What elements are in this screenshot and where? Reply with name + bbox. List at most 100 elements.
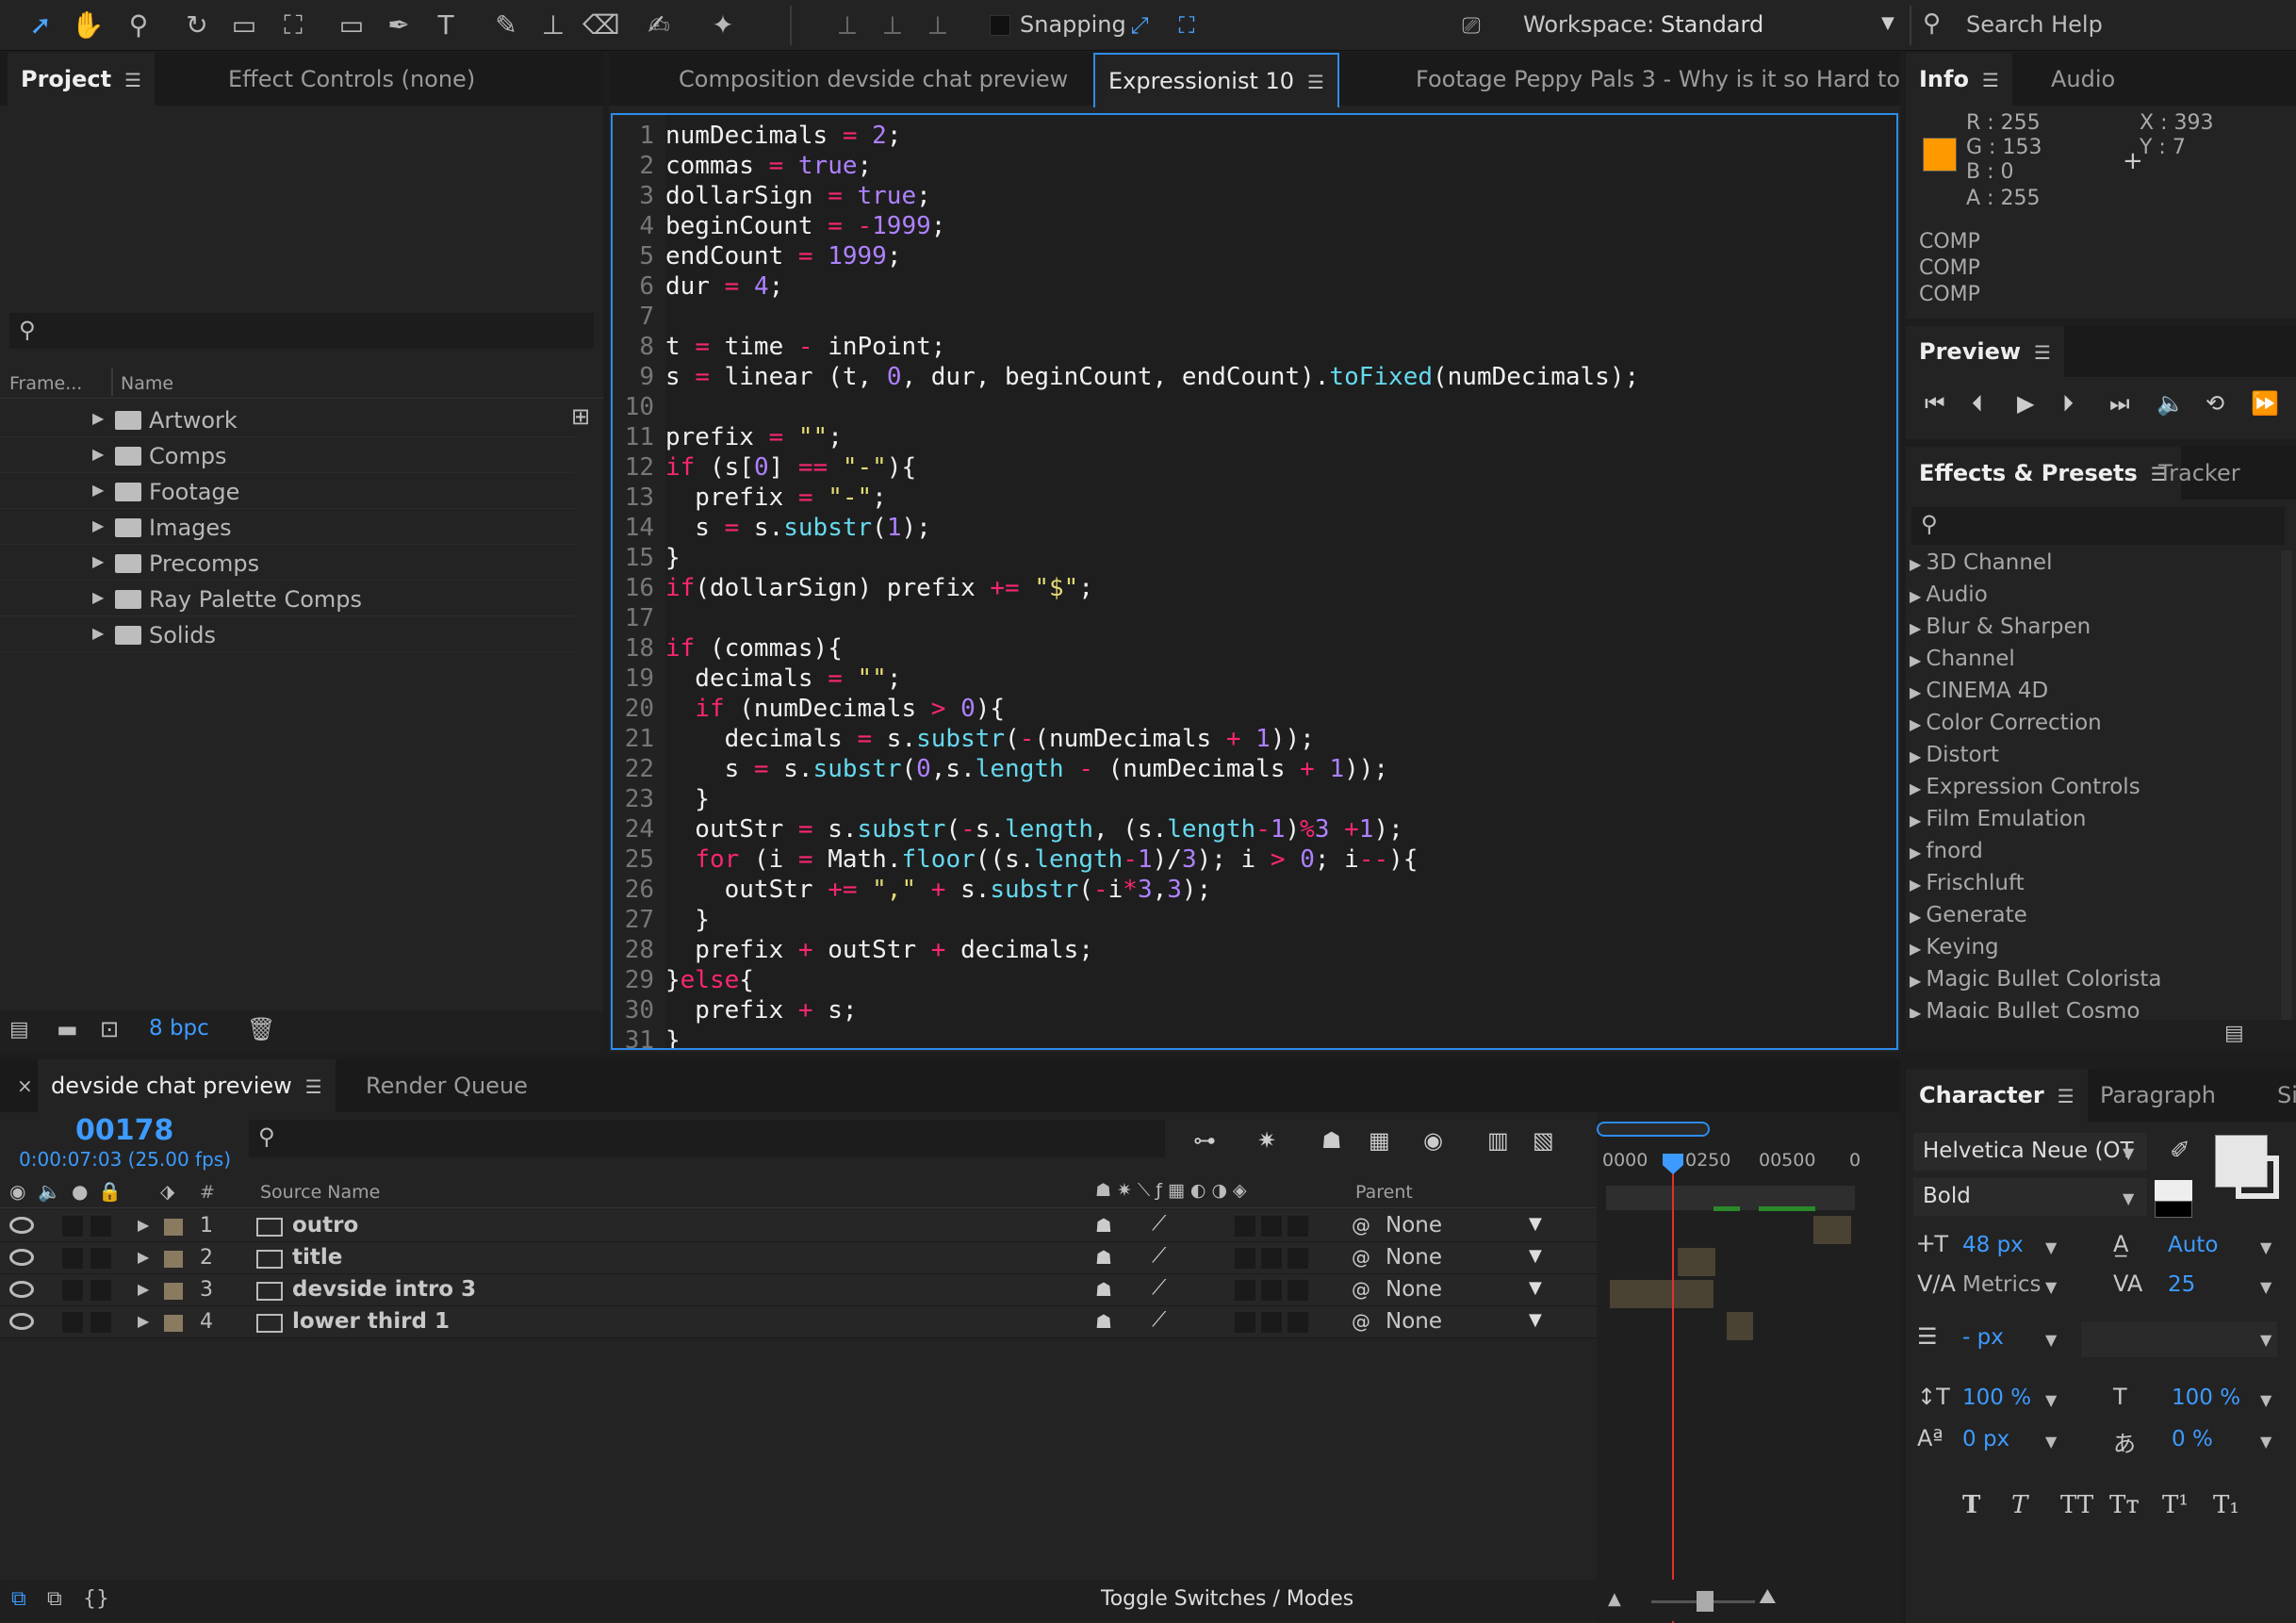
font-style-select[interactable]: Bold — [1913, 1178, 2147, 1216]
workspace-select[interactable]: Standard — [1661, 11, 1763, 38]
tab-character[interactable]: Character ☰ — [1906, 1069, 2088, 1122]
project-folder-row[interactable]: ▶ Solids — [0, 616, 575, 652]
hand-tool-icon[interactable]: ✋ — [70, 8, 106, 43]
bpc-button[interactable]: 8 bpc — [149, 1016, 209, 1041]
current-time-indicator[interactable] — [1672, 1157, 1674, 1623]
font-size-dropdown-icon[interactable]: ▼ — [2045, 1238, 2057, 1256]
effect-category[interactable]: ▶ Film Emulation — [1910, 803, 2277, 835]
motion-blur-switch[interactable] — [1261, 1216, 1282, 1237]
expand-triangle-icon[interactable]: ▶ — [92, 588, 104, 606]
shy-layers-icon[interactable]: ☗ — [1321, 1127, 1342, 1154]
expand-triangle-icon[interactable]: ▶ — [1910, 779, 1926, 797]
layer-row[interactable]: ▶ 2 title ☗ ⟋ @ None ▼ — [0, 1242, 1597, 1274]
pan-behind-tool-icon[interactable]: ⛶ — [275, 8, 311, 43]
effect-switch[interactable] — [1235, 1312, 1255, 1333]
expand-triangle-icon[interactable]: ▶ — [92, 481, 104, 499]
layer-name[interactable]: title — [292, 1245, 342, 1270]
stroke-width-value[interactable]: - px — [1962, 1325, 2004, 1350]
tab-comp-timeline[interactable]: devside chat preview ☰ — [38, 1059, 336, 1112]
expand-triangle-icon[interactable]: ▶ — [1910, 908, 1926, 926]
label-color-swatch[interactable] — [164, 1251, 183, 1268]
project-folder-row[interactable]: ▶ Comps — [0, 437, 575, 473]
baseline-shift-value[interactable]: 0 px — [1962, 1427, 2009, 1451]
effect-category[interactable]: ▶ Audio — [1910, 579, 2277, 611]
effect-category[interactable]: ▶ Magic Bullet Cosmo — [1910, 995, 2277, 1018]
shy-switch-icon[interactable]: ☗ — [1095, 1214, 1112, 1237]
layer-name[interactable]: outro — [292, 1213, 358, 1238]
effect-category[interactable]: ▶ Distort — [1910, 739, 2277, 771]
expand-triangle-icon[interactable]: ▶ — [92, 445, 104, 463]
lock-switch[interactable] — [90, 1216, 111, 1237]
horizontal-scale-value[interactable]: 100 % — [2172, 1385, 2240, 1410]
effect-category[interactable]: ▶ Blur & Sharpen — [1910, 611, 2277, 643]
quality-switch-icon[interactable]: ⟋ — [1152, 1308, 1166, 1332]
layer-bar-devside-intro[interactable] — [1610, 1280, 1714, 1308]
label-color-swatch[interactable] — [164, 1219, 183, 1236]
tab-expressionist[interactable]: Expressionist 10 ☰ — [1093, 53, 1339, 107]
stroke-color-swatch[interactable] — [2236, 1156, 2279, 1199]
baseline-shift-dropdown-icon[interactable]: ▼ — [2045, 1433, 2057, 1451]
snapping-checkbox[interactable] — [990, 15, 1010, 36]
solo-switch[interactable] — [62, 1248, 83, 1269]
render-icon[interactable]: ▧ — [1533, 1127, 1554, 1154]
panel-menu-icon[interactable]: ☰ — [1307, 56, 1324, 108]
expand-triangle-icon[interactable]: ▶ — [1910, 972, 1926, 990]
project-folder-row[interactable]: ▶ Artwork — [0, 402, 575, 437]
loop-icon[interactable]: ⟲ — [2206, 390, 2224, 417]
selection-tool-icon[interactable]: ➚ — [23, 8, 58, 43]
eye-icon[interactable] — [9, 1281, 34, 1298]
tsume-dropdown-icon[interactable]: ▼ — [2260, 1433, 2271, 1451]
zoom-out-icon[interactable]: ▲ — [1608, 1589, 1621, 1609]
expand-triangle-icon[interactable]: ▶ — [1910, 683, 1926, 701]
effect-category[interactable]: ▶ Keying — [1910, 931, 2277, 963]
layer-row[interactable]: ▶ 1 outro ☗ ⟋ @ None ▼ — [0, 1210, 1597, 1242]
expand-triangle-icon[interactable]: ▶ — [1910, 812, 1926, 829]
expand-triangle-icon[interactable]: ▶ — [1910, 555, 1926, 573]
tab-project[interactable]: Project ☰ — [8, 53, 156, 106]
panel-menu-icon[interactable]: ☰ — [2034, 327, 2051, 378]
effect-switch[interactable] — [1235, 1248, 1255, 1269]
adjustment-switch[interactable] — [1287, 1280, 1308, 1301]
time-navigator[interactable] — [1597, 1122, 1710, 1137]
quality-switch-icon[interactable]: ⟋ — [1152, 1276, 1166, 1300]
all-caps-icon[interactable]: TT — [2060, 1491, 2093, 1519]
pickwhip-icon[interactable]: @ — [1352, 1246, 1370, 1269]
project-folder-row[interactable]: ▶ Ray Palette Comps — [0, 581, 575, 616]
tab-audio[interactable]: Audio — [2038, 53, 2128, 106]
motion-blur-switch[interactable] — [1261, 1312, 1282, 1333]
tab-effect-controls[interactable]: Effect Controls (none) — [215, 53, 488, 106]
solo-toggle-icon[interactable]: ● — [72, 1180, 88, 1203]
fill-black-icon[interactable] — [2155, 1201, 2192, 1218]
motion-blur-switch[interactable] — [1261, 1248, 1282, 1269]
lock-toggle-icon[interactable]: 🔒 — [98, 1180, 122, 1203]
zoom-tool-icon[interactable]: ⚲ — [121, 8, 156, 43]
eye-icon[interactable] — [9, 1313, 34, 1330]
eyedropper-icon[interactable]: ✐ — [2170, 1137, 2190, 1165]
close-icon[interactable]: × — [17, 1074, 33, 1097]
video-toggle-icon[interactable]: ◉ — [9, 1180, 25, 1203]
pickwhip-icon[interactable]: @ — [1352, 1310, 1370, 1333]
trash-icon[interactable]: 🗑 — [247, 1016, 275, 1042]
transfer-controls-icon[interactable]: ⧉ — [47, 1587, 62, 1611]
effect-category[interactable]: ▶ CINEMA 4D — [1910, 675, 2277, 707]
tab-more[interactable]: Si — [2264, 1069, 2296, 1122]
lock-switch[interactable] — [90, 1312, 111, 1333]
tab-effects-presets[interactable]: Effects & Presets ☰ — [1906, 447, 2181, 500]
composition-flowchart-icon[interactable]: ⊶ — [1193, 1127, 1216, 1154]
tab-footage[interactable]: Footage Peppy Pals 3 - Why is it so Hard… — [1402, 53, 1900, 106]
vertical-scale-value[interactable]: 100 % — [1962, 1385, 2031, 1410]
expand-triangle-icon[interactable]: ▶ — [1910, 619, 1926, 637]
kerning-dropdown-icon[interactable]: ▼ — [2045, 1278, 2057, 1296]
expand-triangle-icon[interactable]: ▶ — [138, 1280, 149, 1298]
pen-tool-icon[interactable]: ✒ — [381, 8, 417, 43]
rectangle-tool-icon[interactable]: ▭ — [334, 8, 369, 43]
mute-audio-icon[interactable]: 🔈 — [2157, 390, 2185, 417]
next-frame-icon[interactable]: ⏵ — [2062, 390, 2074, 417]
fill-white-icon[interactable] — [2155, 1180, 2192, 1201]
tab-paragraph[interactable]: Paragraph — [2087, 1069, 2229, 1122]
faux-italic-icon[interactable]: T — [2011, 1491, 2027, 1519]
effect-category[interactable]: ▶ Generate — [1910, 899, 2277, 931]
layer-bar-outro[interactable] — [1813, 1216, 1851, 1244]
stroke-type-dropdown-icon[interactable]: ▼ — [2260, 1331, 2271, 1349]
quality-switch-icon[interactable]: ⟋ — [1152, 1212, 1166, 1236]
